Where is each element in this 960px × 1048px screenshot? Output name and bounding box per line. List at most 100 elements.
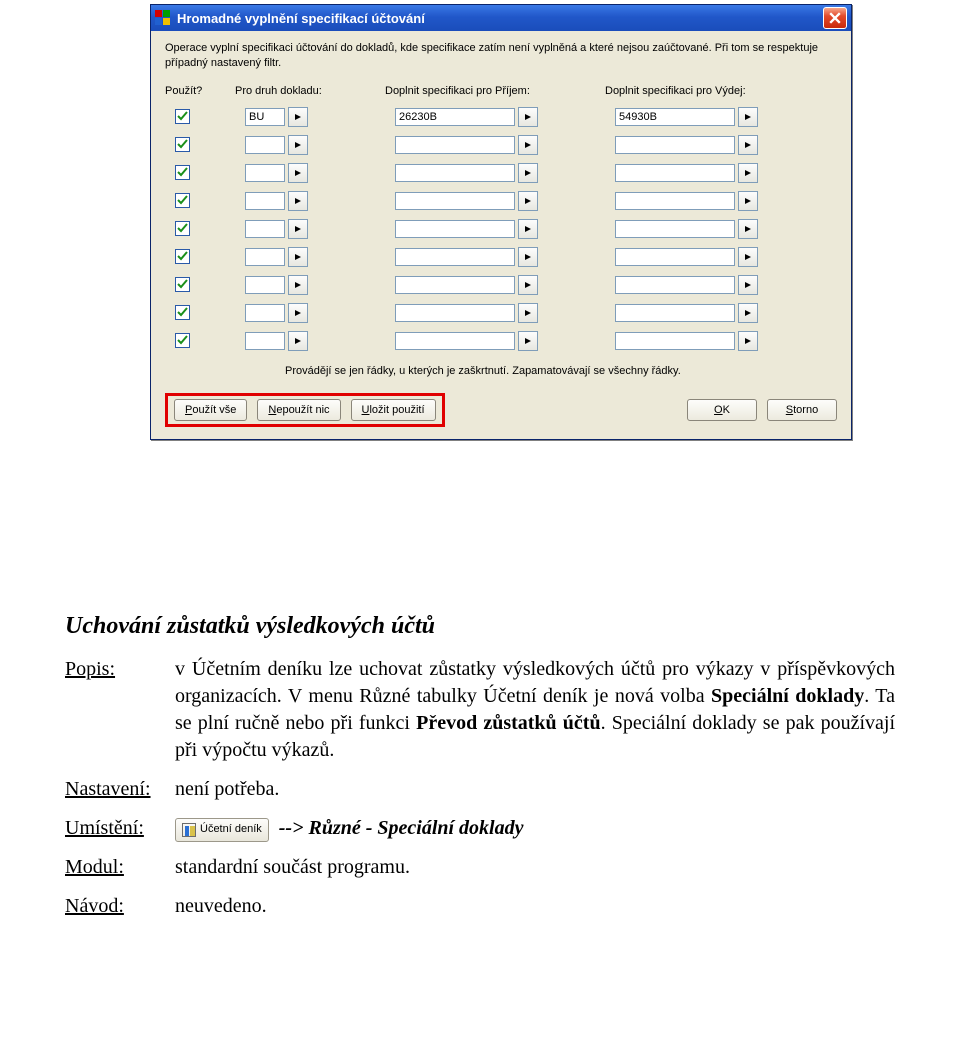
picker-button[interactable] — [518, 247, 538, 267]
cancel-button[interactable]: Storno — [767, 399, 837, 421]
doc-type-input[interactable] — [245, 248, 285, 266]
income-spec-input[interactable] — [395, 192, 515, 210]
expense-spec-input[interactable] — [615, 304, 735, 322]
expense-spec-input[interactable] — [615, 108, 735, 126]
value-nastaveni: není potřeba. — [175, 776, 895, 803]
doc-row-popis: Popis: v Účetním deníku lze uchovat zůst… — [65, 656, 895, 764]
income-spec-input[interactable] — [395, 248, 515, 266]
income-spec-input[interactable] — [395, 108, 515, 126]
income-spec-input[interactable] — [395, 220, 515, 238]
umisteni-path: --> Různé - Speciální doklady — [279, 817, 524, 839]
button-bar: Použít vše Nepoužít nic Uložit použití O… — [165, 387, 837, 427]
picker-button[interactable] — [738, 191, 758, 211]
form-row — [165, 131, 837, 159]
doc-type-input[interactable] — [245, 164, 285, 182]
value-navod: neuvedeno. — [175, 893, 895, 920]
doc-type-input[interactable] — [245, 332, 285, 350]
toolbar-button-label: Účetní deník — [200, 822, 262, 837]
picker-button[interactable] — [288, 275, 308, 295]
income-spec-input[interactable] — [395, 276, 515, 294]
doc-type-input[interactable] — [245, 304, 285, 322]
expense-spec-input[interactable] — [615, 164, 735, 182]
rows-container — [165, 103, 837, 355]
form-row — [165, 215, 837, 243]
picker-button[interactable] — [738, 135, 758, 155]
picker-button[interactable] — [288, 303, 308, 323]
expense-spec-input[interactable] — [615, 136, 735, 154]
column-headers: Použít? Pro druh dokladu: Doplnit specif… — [165, 85, 837, 97]
footer-note: Provádějí se jen řádky, u kterých je zaš… — [285, 365, 837, 377]
picker-button[interactable] — [288, 219, 308, 239]
use-none-button[interactable]: Nepoužít nic — [257, 399, 340, 421]
label-modul: Modul: — [65, 854, 175, 881]
picker-button[interactable] — [288, 191, 308, 211]
use-checkbox[interactable] — [175, 249, 190, 264]
picker-button[interactable] — [518, 191, 538, 211]
income-spec-input[interactable] — [395, 304, 515, 322]
form-row — [165, 243, 837, 271]
doc-row-umisteni: Umístění: Účetní deník --> Různé - Speci… — [65, 815, 895, 842]
picker-button[interactable] — [288, 247, 308, 267]
picker-button[interactable] — [738, 247, 758, 267]
window-title: Hromadné vyplnění specifikací účtování — [177, 11, 425, 26]
income-spec-input[interactable] — [395, 332, 515, 350]
use-checkbox[interactable] — [175, 305, 190, 320]
doc-type-input[interactable] — [245, 108, 285, 126]
picker-button[interactable] — [288, 331, 308, 351]
ok-button[interactable]: OK — [687, 399, 757, 421]
use-all-button[interactable]: Použít vše — [174, 399, 247, 421]
expense-spec-input[interactable] — [615, 192, 735, 210]
use-checkbox[interactable] — [175, 221, 190, 236]
expense-spec-input[interactable] — [615, 220, 735, 238]
popis-bold-2: Převod zůstatků účtů — [416, 712, 600, 734]
picker-button[interactable] — [738, 331, 758, 351]
use-checkbox[interactable] — [175, 333, 190, 348]
doc-type-input[interactable] — [245, 192, 285, 210]
use-checkbox[interactable] — [175, 165, 190, 180]
close-icon — [829, 12, 841, 24]
header-out: Doplnit specifikaci pro Výdej: — [605, 85, 825, 97]
picker-button[interactable] — [518, 163, 538, 183]
picker-button[interactable] — [288, 163, 308, 183]
form-row — [165, 103, 837, 131]
book-icon — [182, 823, 196, 837]
doc-type-input[interactable] — [245, 220, 285, 238]
picker-button[interactable] — [518, 219, 538, 239]
app-icon — [155, 10, 171, 26]
expense-spec-input[interactable] — [615, 332, 735, 350]
picker-button[interactable] — [518, 135, 538, 155]
close-button[interactable] — [823, 7, 847, 29]
picker-button[interactable] — [738, 219, 758, 239]
picker-button[interactable] — [738, 107, 758, 127]
doc-type-input[interactable] — [245, 136, 285, 154]
picker-button[interactable] — [518, 331, 538, 351]
header-type: Pro druh dokladu: — [235, 85, 385, 97]
use-checkbox[interactable] — [175, 109, 190, 124]
form-row — [165, 271, 837, 299]
save-use-button[interactable]: Uložit použití — [351, 399, 436, 421]
picker-button[interactable] — [518, 107, 538, 127]
expense-spec-input[interactable] — [615, 276, 735, 294]
picker-button[interactable] — [518, 303, 538, 323]
picker-button[interactable] — [738, 303, 758, 323]
expense-spec-input[interactable] — [615, 248, 735, 266]
toolbar-button-ucetni-denik[interactable]: Účetní deník — [175, 818, 269, 842]
header-in: Doplnit specifikaci pro Příjem: — [385, 85, 605, 97]
use-checkbox[interactable] — [175, 277, 190, 292]
doc-row-modul: Modul: standardní součást programu. — [65, 854, 895, 881]
picker-button[interactable] — [288, 107, 308, 127]
income-spec-input[interactable] — [395, 164, 515, 182]
form-row — [165, 299, 837, 327]
picker-button[interactable] — [518, 275, 538, 295]
picker-button[interactable] — [738, 275, 758, 295]
picker-button[interactable] — [738, 163, 758, 183]
picker-button[interactable] — [288, 135, 308, 155]
value-modul: standardní součást programu. — [175, 854, 895, 881]
use-checkbox[interactable] — [175, 137, 190, 152]
form-row — [165, 327, 837, 355]
use-checkbox[interactable] — [175, 193, 190, 208]
income-spec-input[interactable] — [395, 136, 515, 154]
intro-text: Operace vyplní specifikaci účtování do d… — [165, 41, 837, 71]
doc-type-input[interactable] — [245, 276, 285, 294]
label-navod: Návod: — [65, 893, 175, 920]
